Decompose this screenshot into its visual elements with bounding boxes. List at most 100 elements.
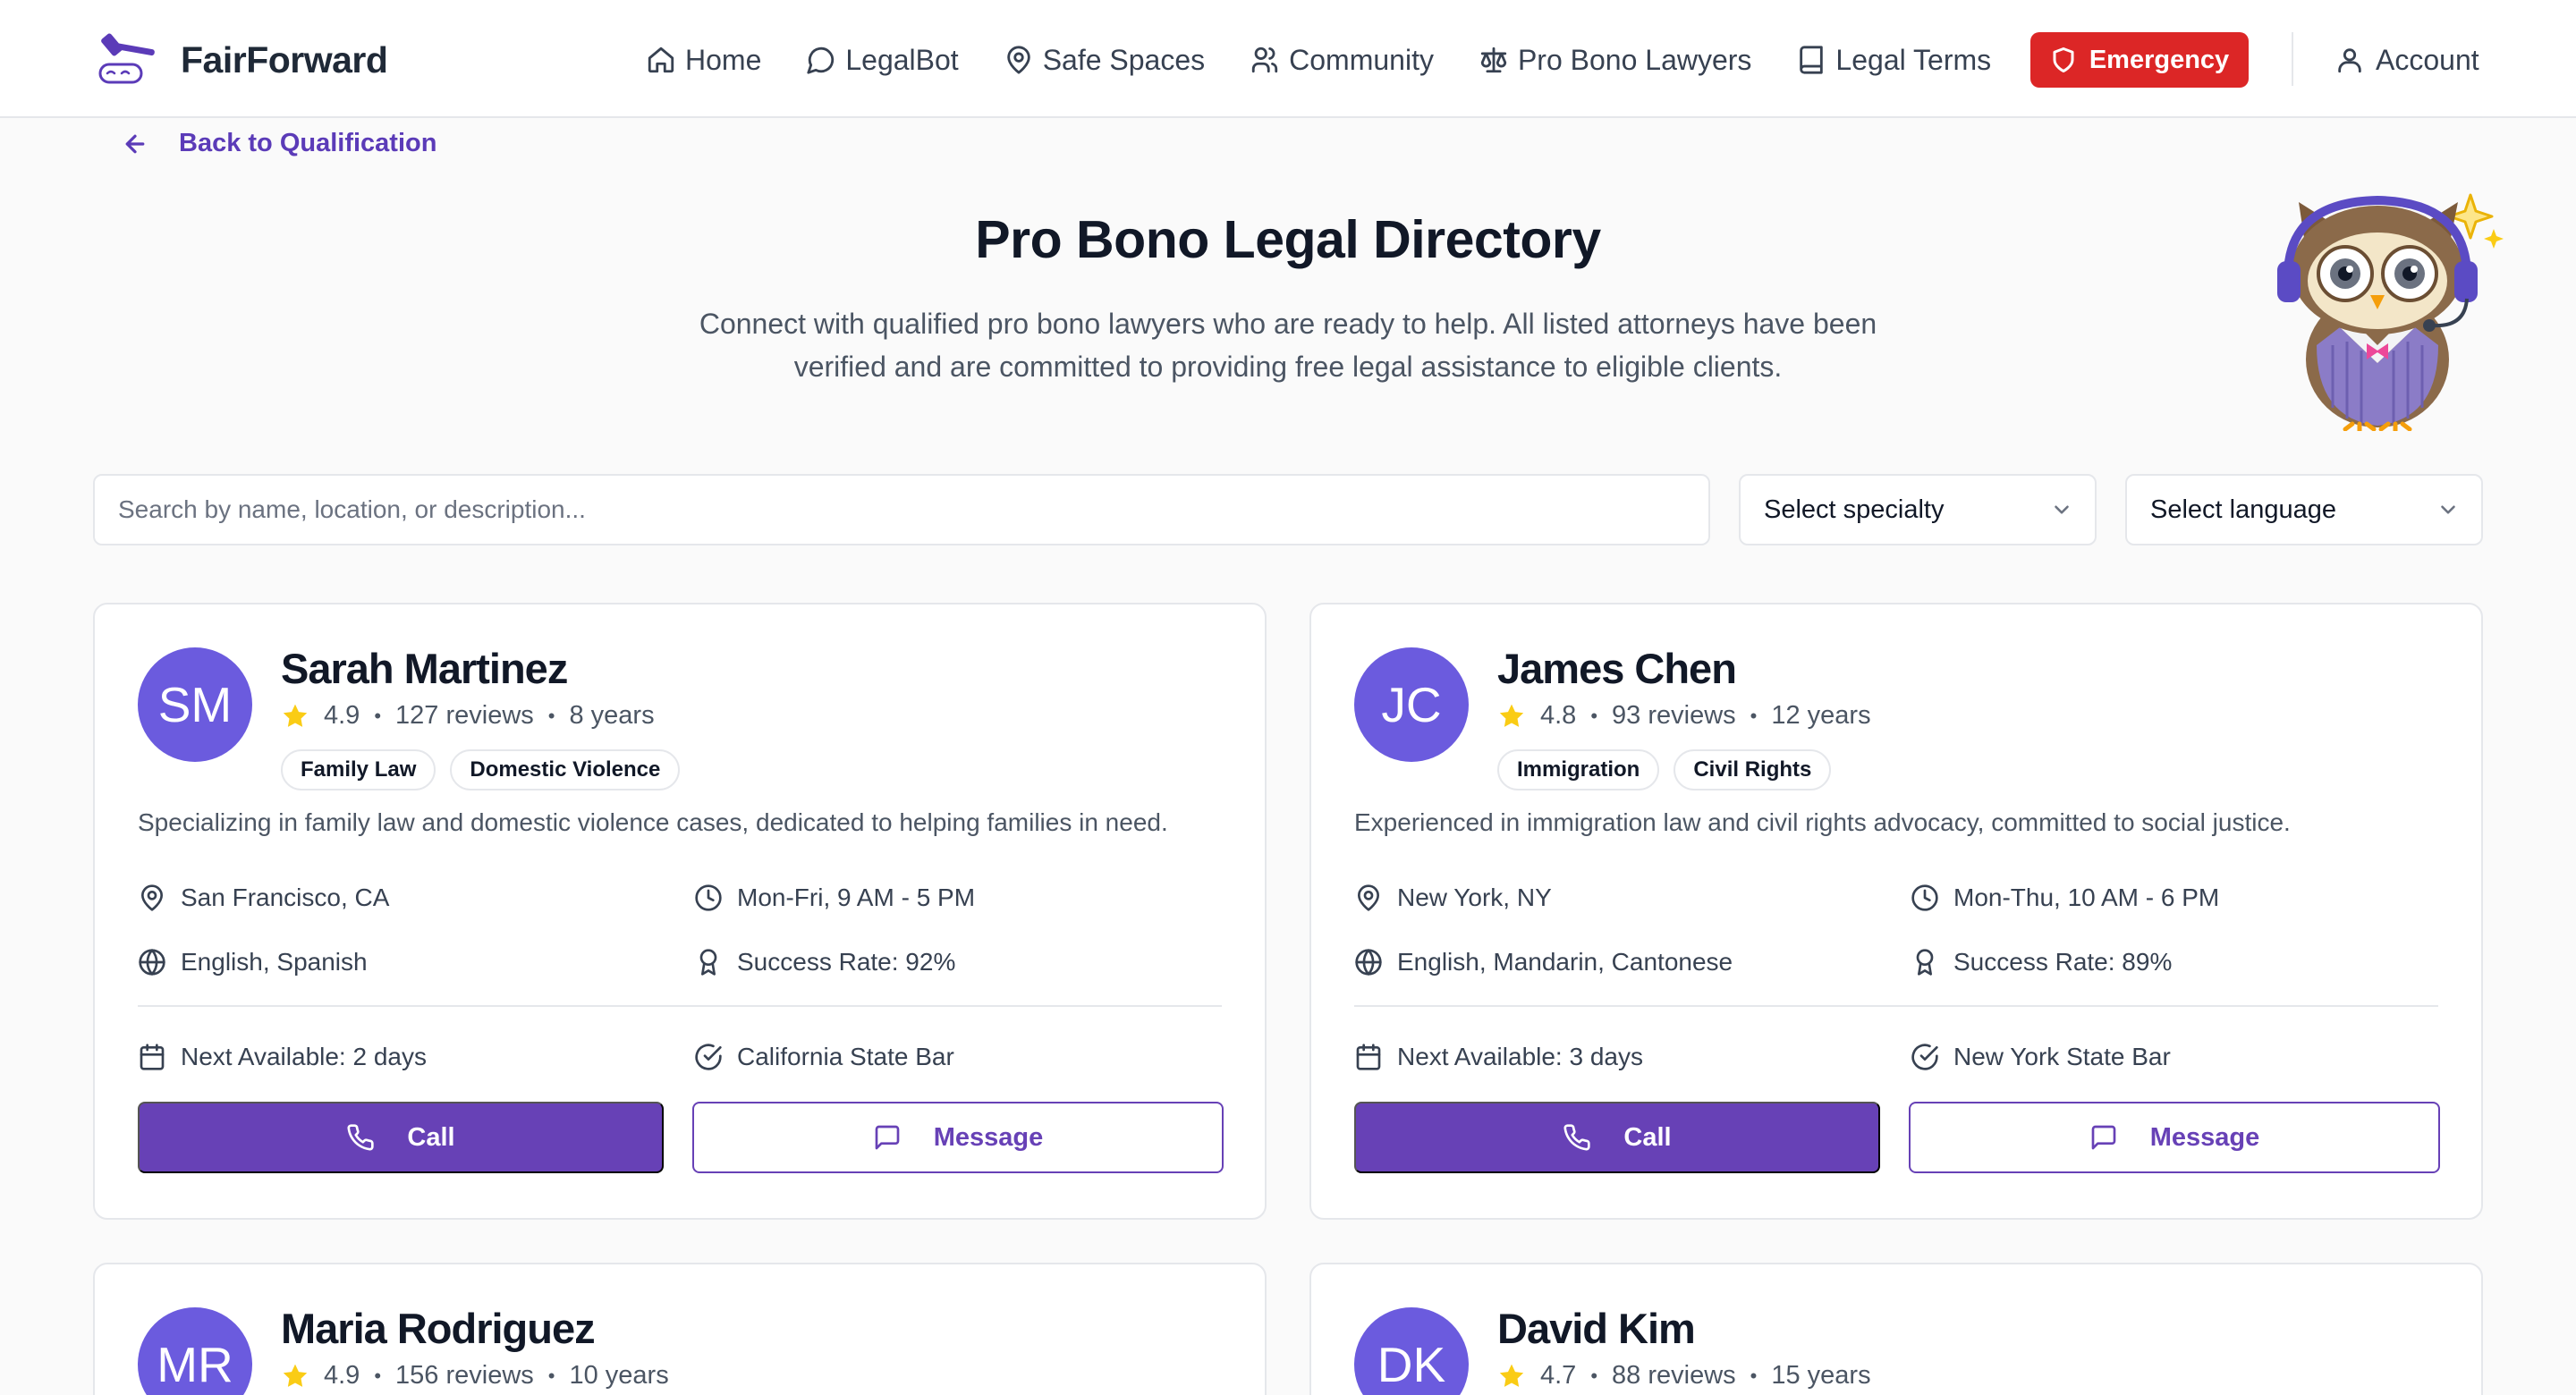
home-icon <box>648 46 674 73</box>
calendar-icon <box>140 1044 165 1070</box>
lawyer-description: Specializing in family law and domestic … <box>138 808 1168 836</box>
star-icon <box>1499 1364 1524 1387</box>
globe-icon <box>1355 949 1382 976</box>
lawyer-name: David Kim <box>1497 1305 1696 1352</box>
call-button[interactable]: Call <box>138 1102 664 1173</box>
check-circle-icon <box>695 1044 722 1070</box>
hours-info: Mon-Thu, 10 AM - 6 PM <box>1911 884 2219 912</box>
languages-info: English, Spanish <box>138 948 368 976</box>
specialty-tags: Family Law Domestic Violence <box>281 749 694 790</box>
nav-item-community[interactable]: Community <box>1250 44 1434 77</box>
next-available-info: Next Available: 3 days <box>1354 1043 1643 1071</box>
brand-logo-link[interactable]: FairForward <box>93 30 388 89</box>
location-text: New York, NY <box>1397 884 1552 911</box>
avatar: SM <box>138 647 252 762</box>
phone-icon <box>347 1124 375 1151</box>
message-button[interactable]: Message <box>1909 1102 2440 1173</box>
gavel-logo-icon <box>98 33 155 84</box>
card-divider <box>138 1005 1222 1007</box>
phone-icon <box>1563 1124 1591 1151</box>
rating-value: 4.9 <box>324 1361 360 1390</box>
bar-membership-text: New York State Bar <box>1953 1043 2171 1070</box>
next-available-text: Next Available: 2 days <box>181 1043 427 1070</box>
page-title: Pro Bono Legal Directory <box>975 210 1601 269</box>
check-circle-icon <box>1911 1044 1938 1070</box>
message-square-icon <box>2091 1125 2116 1150</box>
hours-info: Mon-Fri, 9 AM - 5 PM <box>694 884 975 912</box>
map-pin-icon <box>141 884 163 911</box>
award-icon <box>1916 949 1934 976</box>
nav-item-label: Home <box>685 43 762 76</box>
nav-item-legal-terms[interactable]: Legal Terms <box>1796 44 1991 77</box>
message-button-label: Message <box>933 1122 1044 1152</box>
message-button[interactable]: Message <box>692 1102 1224 1173</box>
avatar: JC <box>1354 647 1469 762</box>
separator-dot: • <box>547 1364 555 1387</box>
globe-icon <box>139 949 165 976</box>
specialty-tags: Immigration Civil Rights <box>1497 749 1845 790</box>
language-select[interactable]: Select language <box>2125 474 2483 545</box>
languages-text: English, Spanish <box>181 948 368 976</box>
specialty-tag: Family Law <box>281 749 436 790</box>
lawyer-rating-row: 4.9 • 127 reviews • 8 years <box>281 701 655 731</box>
experience-years: 15 years <box>1771 1361 1871 1390</box>
nav-item-label: Pro Bono Lawyers <box>1517 43 1752 76</box>
specialty-select-value: Select specialty <box>1764 495 1945 524</box>
back-to-qualification-link[interactable]: Back to Qualification <box>122 129 436 158</box>
lawyer-description: Experienced in immigration law and civil… <box>1354 808 2291 836</box>
specialty-tag: Civil Rights <box>1674 749 1832 790</box>
next-available-text: Next Available: 3 days <box>1397 1043 1643 1070</box>
calendar-icon <box>1356 1044 1381 1070</box>
map-pin-icon <box>1358 884 1379 911</box>
back-link-label: Back to Qualification <box>179 129 437 157</box>
success-rate-text: Success Rate: 89% <box>1953 948 2173 976</box>
specialty-select[interactable]: Select specialty <box>1739 474 2097 545</box>
clock-icon <box>1911 884 1938 911</box>
language-select-value: Select language <box>2150 495 2336 524</box>
search-input[interactable] <box>93 474 1710 545</box>
card-divider <box>1354 1005 2438 1007</box>
bar-membership-info: California State Bar <box>694 1043 954 1071</box>
experience-years: 12 years <box>1771 701 1871 730</box>
nav-item-home[interactable]: Home <box>646 44 761 77</box>
star-icon <box>283 1364 308 1387</box>
account-label: Account <box>2376 43 2479 76</box>
chevron-down-icon <box>2055 505 2069 514</box>
nav-item-legalbot[interactable]: LegalBot <box>806 44 959 77</box>
separator-dot: • <box>1590 704 1598 727</box>
languages-info: English, Mandarin, Cantonese <box>1354 948 1733 976</box>
hours-text: Mon-Thu, 10 AM - 6 PM <box>1953 884 2220 911</box>
award-icon <box>699 949 717 976</box>
account-button[interactable]: Account <box>2334 32 2479 88</box>
page-subtitle: Connect with qualified pro bono lawyers … <box>699 308 1877 383</box>
separator-dot: • <box>374 704 382 727</box>
message-square-icon <box>875 1125 900 1150</box>
separator-dot: • <box>374 1364 382 1387</box>
chevron-down-icon <box>2441 505 2455 514</box>
map-pin-icon <box>1006 46 1030 74</box>
lawyer-rating-row: 4.7 • 88 reviews • 15 years <box>1497 1361 1871 1391</box>
separator-dot: • <box>1750 704 1758 727</box>
lawyer-card: DK David Kim 4.7 • 88 reviews • 15 years <box>1309 1263 2483 1395</box>
owl-mascot-illustration <box>2277 193 2504 431</box>
call-button[interactable]: Call <box>1354 1102 1880 1173</box>
specialty-tag: Domestic Violence <box>450 749 681 790</box>
nav-item-pro-bono-lawyers[interactable]: Pro Bono Lawyers <box>1479 44 1751 77</box>
bar-membership-text: California State Bar <box>737 1043 954 1070</box>
emergency-label: Emergency <box>2089 45 2230 74</box>
main-nav: Home LegalBot Safe Spaces Community Pro … <box>646 32 2036 88</box>
emergency-button[interactable]: Emergency <box>2030 32 2249 88</box>
nav-item-safe-spaces[interactable]: Safe Spaces <box>1004 44 1205 77</box>
success-rate-info: Success Rate: 92% <box>694 948 955 976</box>
rating-value: 4.8 <box>1540 701 1577 730</box>
location-info: New York, NY <box>1354 884 1552 912</box>
scale-icon <box>1480 46 1507 73</box>
review-count: 156 reviews <box>395 1361 534 1390</box>
nav-divider <box>2292 32 2293 86</box>
avatar: MR <box>138 1307 252 1395</box>
users-icon <box>1251 46 1278 73</box>
lawyer-name: Maria Rodriguez <box>281 1305 596 1352</box>
lawyer-rating-row: 4.8 • 93 reviews • 12 years <box>1497 701 1871 731</box>
specialty-tag: Immigration <box>1497 749 1660 790</box>
arrow-left-icon <box>125 134 145 153</box>
